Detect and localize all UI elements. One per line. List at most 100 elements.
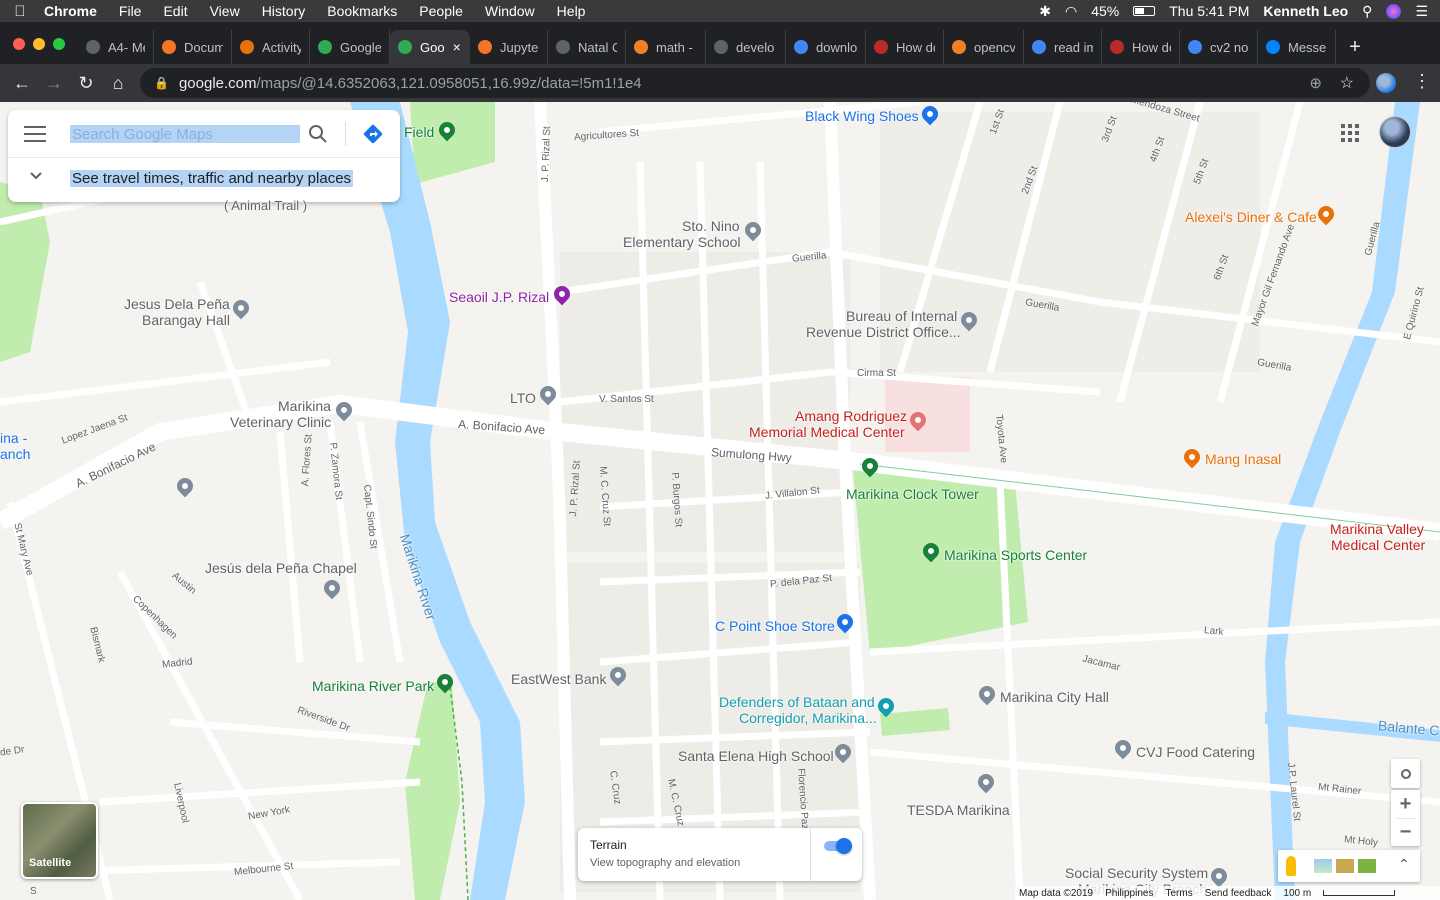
poi-mang-inasal[interactable]: Mang Inasal [1205, 451, 1281, 467]
poi-sto-nino-line2[interactable]: Elementary School [623, 234, 741, 250]
search-input[interactable] [70, 125, 300, 143]
poi-valley-line1[interactable]: Marikina Valley [1330, 521, 1424, 537]
terrain-layer-card[interactable]: Terrain View topography and elevation [578, 828, 862, 881]
poi-defenders-line2[interactable]: Corregidor, Marikina... [739, 710, 877, 726]
satellite-layer-button[interactable]: Satellite [21, 802, 98, 879]
poi-eastwest-bank[interactable]: EastWest Bank [511, 671, 606, 687]
tab-3[interactable]: Google [310, 30, 390, 64]
travel-times-text[interactable]: See travel times, traffic and nearby pla… [70, 170, 354, 187]
tab-11[interactable]: opencv [944, 30, 1024, 64]
tab-14[interactable]: cv2 no [1180, 30, 1258, 64]
poi-animal-trail[interactable]: ( Animal Trail ) [224, 198, 307, 214]
poi-valley-line2[interactable]: Medical Center [1331, 537, 1425, 553]
travel-times-row[interactable]: See travel times, traffic and nearby pla… [8, 158, 400, 202]
my-location-button[interactable] [1391, 759, 1420, 788]
tab-15[interactable]: Messe [1258, 30, 1336, 64]
terrain-toggle[interactable] [824, 838, 852, 854]
imagery-thumb-icon[interactable] [1314, 859, 1332, 873]
tab-8[interactable]: develo [706, 30, 786, 64]
poi-cvj[interactable]: CVJ Food Catering [1136, 744, 1255, 760]
poi-seaoil[interactable]: Seaoil J.P. Rizal [449, 289, 549, 305]
tab-10[interactable]: How do [866, 30, 944, 64]
siri-icon[interactable] [1386, 3, 1402, 19]
menu-people[interactable]: People [408, 3, 474, 19]
tab-13[interactable]: How do [1102, 30, 1180, 64]
menu-edit[interactable]: Edit [152, 3, 198, 19]
poi-dela-pena-hall-line1[interactable]: Jesus Dela Peña [124, 296, 230, 312]
poi-dela-pena-hall-line2[interactable]: Barangay Hall [142, 312, 230, 328]
terms-link[interactable]: Terms [1165, 888, 1192, 899]
reload-icon[interactable]: ↻ [70, 67, 102, 99]
account-avatar[interactable] [1379, 116, 1411, 148]
zoom-in-button[interactable]: + [1400, 790, 1412, 818]
scale-label[interactable]: 100 m [1283, 888, 1311, 899]
poi-chapel[interactable]: Jesús dela Peña Chapel [205, 560, 357, 576]
chevron-down-icon[interactable] [28, 168, 44, 184]
home-icon[interactable]: ⌂ [102, 67, 134, 99]
poi-bir-line2[interactable]: Revenue District Office... [806, 324, 961, 340]
poi-city-hall[interactable]: Marikina City Hall [1000, 689, 1109, 705]
poi-black-wing-shoes[interactable]: Black Wing Shoes [805, 108, 919, 124]
profile-avatar-icon[interactable] [1376, 73, 1396, 93]
notification-center-icon[interactable]: ☰ [1415, 3, 1428, 20]
bookmark-star-icon[interactable]: ☆ [1340, 73, 1354, 93]
imagery-thumb-icon[interactable] [1358, 859, 1376, 873]
tab-2[interactable]: Activity [232, 30, 310, 64]
poi-vet-line2[interactable]: Veterinary Clinic [230, 414, 331, 430]
poi-field-label[interactable]: Field [404, 124, 434, 140]
menu-history[interactable]: History [251, 3, 317, 19]
poi-river-park[interactable]: Marikina River Park [312, 678, 434, 694]
menu-hamburger-icon[interactable] [24, 126, 46, 142]
tab-1[interactable]: Docum [154, 30, 232, 64]
wifi-icon[interactable]: ◠ [1065, 3, 1077, 20]
tab-5[interactable]: Jupyte [470, 30, 548, 64]
menu-help[interactable]: Help [546, 3, 597, 19]
map-canvas[interactable]: See travel times, traffic and nearby pla… [0, 102, 1440, 900]
region-link[interactable]: Philippines [1105, 888, 1153, 899]
user-name[interactable]: Kenneth Leo [1263, 3, 1348, 19]
poi-sports-center[interactable]: Marikina Sports Center [944, 547, 1087, 563]
clock[interactable]: Thu 5:41 PM [1169, 3, 1249, 19]
directions-icon[interactable] [362, 123, 384, 145]
zoom-out-button[interactable]: − [1395, 818, 1416, 846]
menu-window[interactable]: Window [474, 3, 546, 19]
poi-clock-tower[interactable]: Marikina Clock Tower [846, 486, 979, 502]
poi-alexeis-diner[interactable]: Alexei's Diner & Cafe [1185, 209, 1317, 225]
poi-sss-line1[interactable]: Social Security System [1065, 865, 1208, 881]
poi-c-point[interactable]: C Point Shoe Store [715, 618, 835, 634]
tab-9[interactable]: downlo [786, 30, 866, 64]
tab-7[interactable]: math - [626, 30, 706, 64]
search-icon[interactable] [308, 124, 328, 144]
poi-lto[interactable]: LTO [510, 390, 536, 406]
menu-file[interactable]: File [108, 3, 153, 19]
battery-icon[interactable] [1133, 6, 1156, 16]
tab-0[interactable]: A4- Me [78, 30, 154, 64]
battery-percent[interactable]: 45% [1091, 3, 1119, 19]
google-apps-icon[interactable] [1341, 124, 1359, 142]
bluetooth-icon[interactable]: ✱ [1039, 3, 1051, 20]
forward-arrow-icon[interactable]: → [38, 67, 70, 99]
menu-bookmarks[interactable]: Bookmarks [316, 3, 408, 19]
menu-view[interactable]: View [199, 3, 251, 19]
window-close-button[interactable] [13, 38, 25, 50]
window-minimize-button[interactable] [33, 38, 45, 50]
pegman-icon[interactable] [1286, 856, 1296, 876]
window-zoom-button[interactable] [53, 38, 65, 50]
address-bar[interactable]: 🔒 google.com/maps/@14.6352063,121.095805… [140, 68, 1370, 98]
poi-bir-line1[interactable]: Bureau of Internal [846, 308, 957, 324]
poi-santa-elena[interactable]: Santa Elena High School [678, 748, 834, 764]
poi-sto-nino-line1[interactable]: Sto. Nino [682, 218, 740, 234]
imagery-thumb-icon[interactable] [1336, 859, 1354, 873]
browser-menu-icon[interactable]: ⋮ [1413, 71, 1431, 92]
close-tab-icon[interactable]: × [453, 39, 461, 55]
poi-vet-line1[interactable]: Marikina [278, 398, 331, 414]
new-tab-button[interactable]: + [1336, 30, 1374, 64]
install-app-icon[interactable]: ⊕ [1309, 74, 1322, 92]
send-feedback-link[interactable]: Send feedback [1205, 888, 1272, 899]
tab-12[interactable]: read im [1024, 30, 1102, 64]
back-arrow-icon[interactable]: ← [6, 67, 38, 99]
poi-amang-line1[interactable]: Amang Rodriguez [795, 408, 907, 424]
apple-menu-icon[interactable]:  [0, 3, 40, 20]
spotlight-search-icon[interactable]: ⚲ [1362, 3, 1372, 20]
expand-chevron-icon[interactable]: ⌃ [1398, 856, 1410, 873]
